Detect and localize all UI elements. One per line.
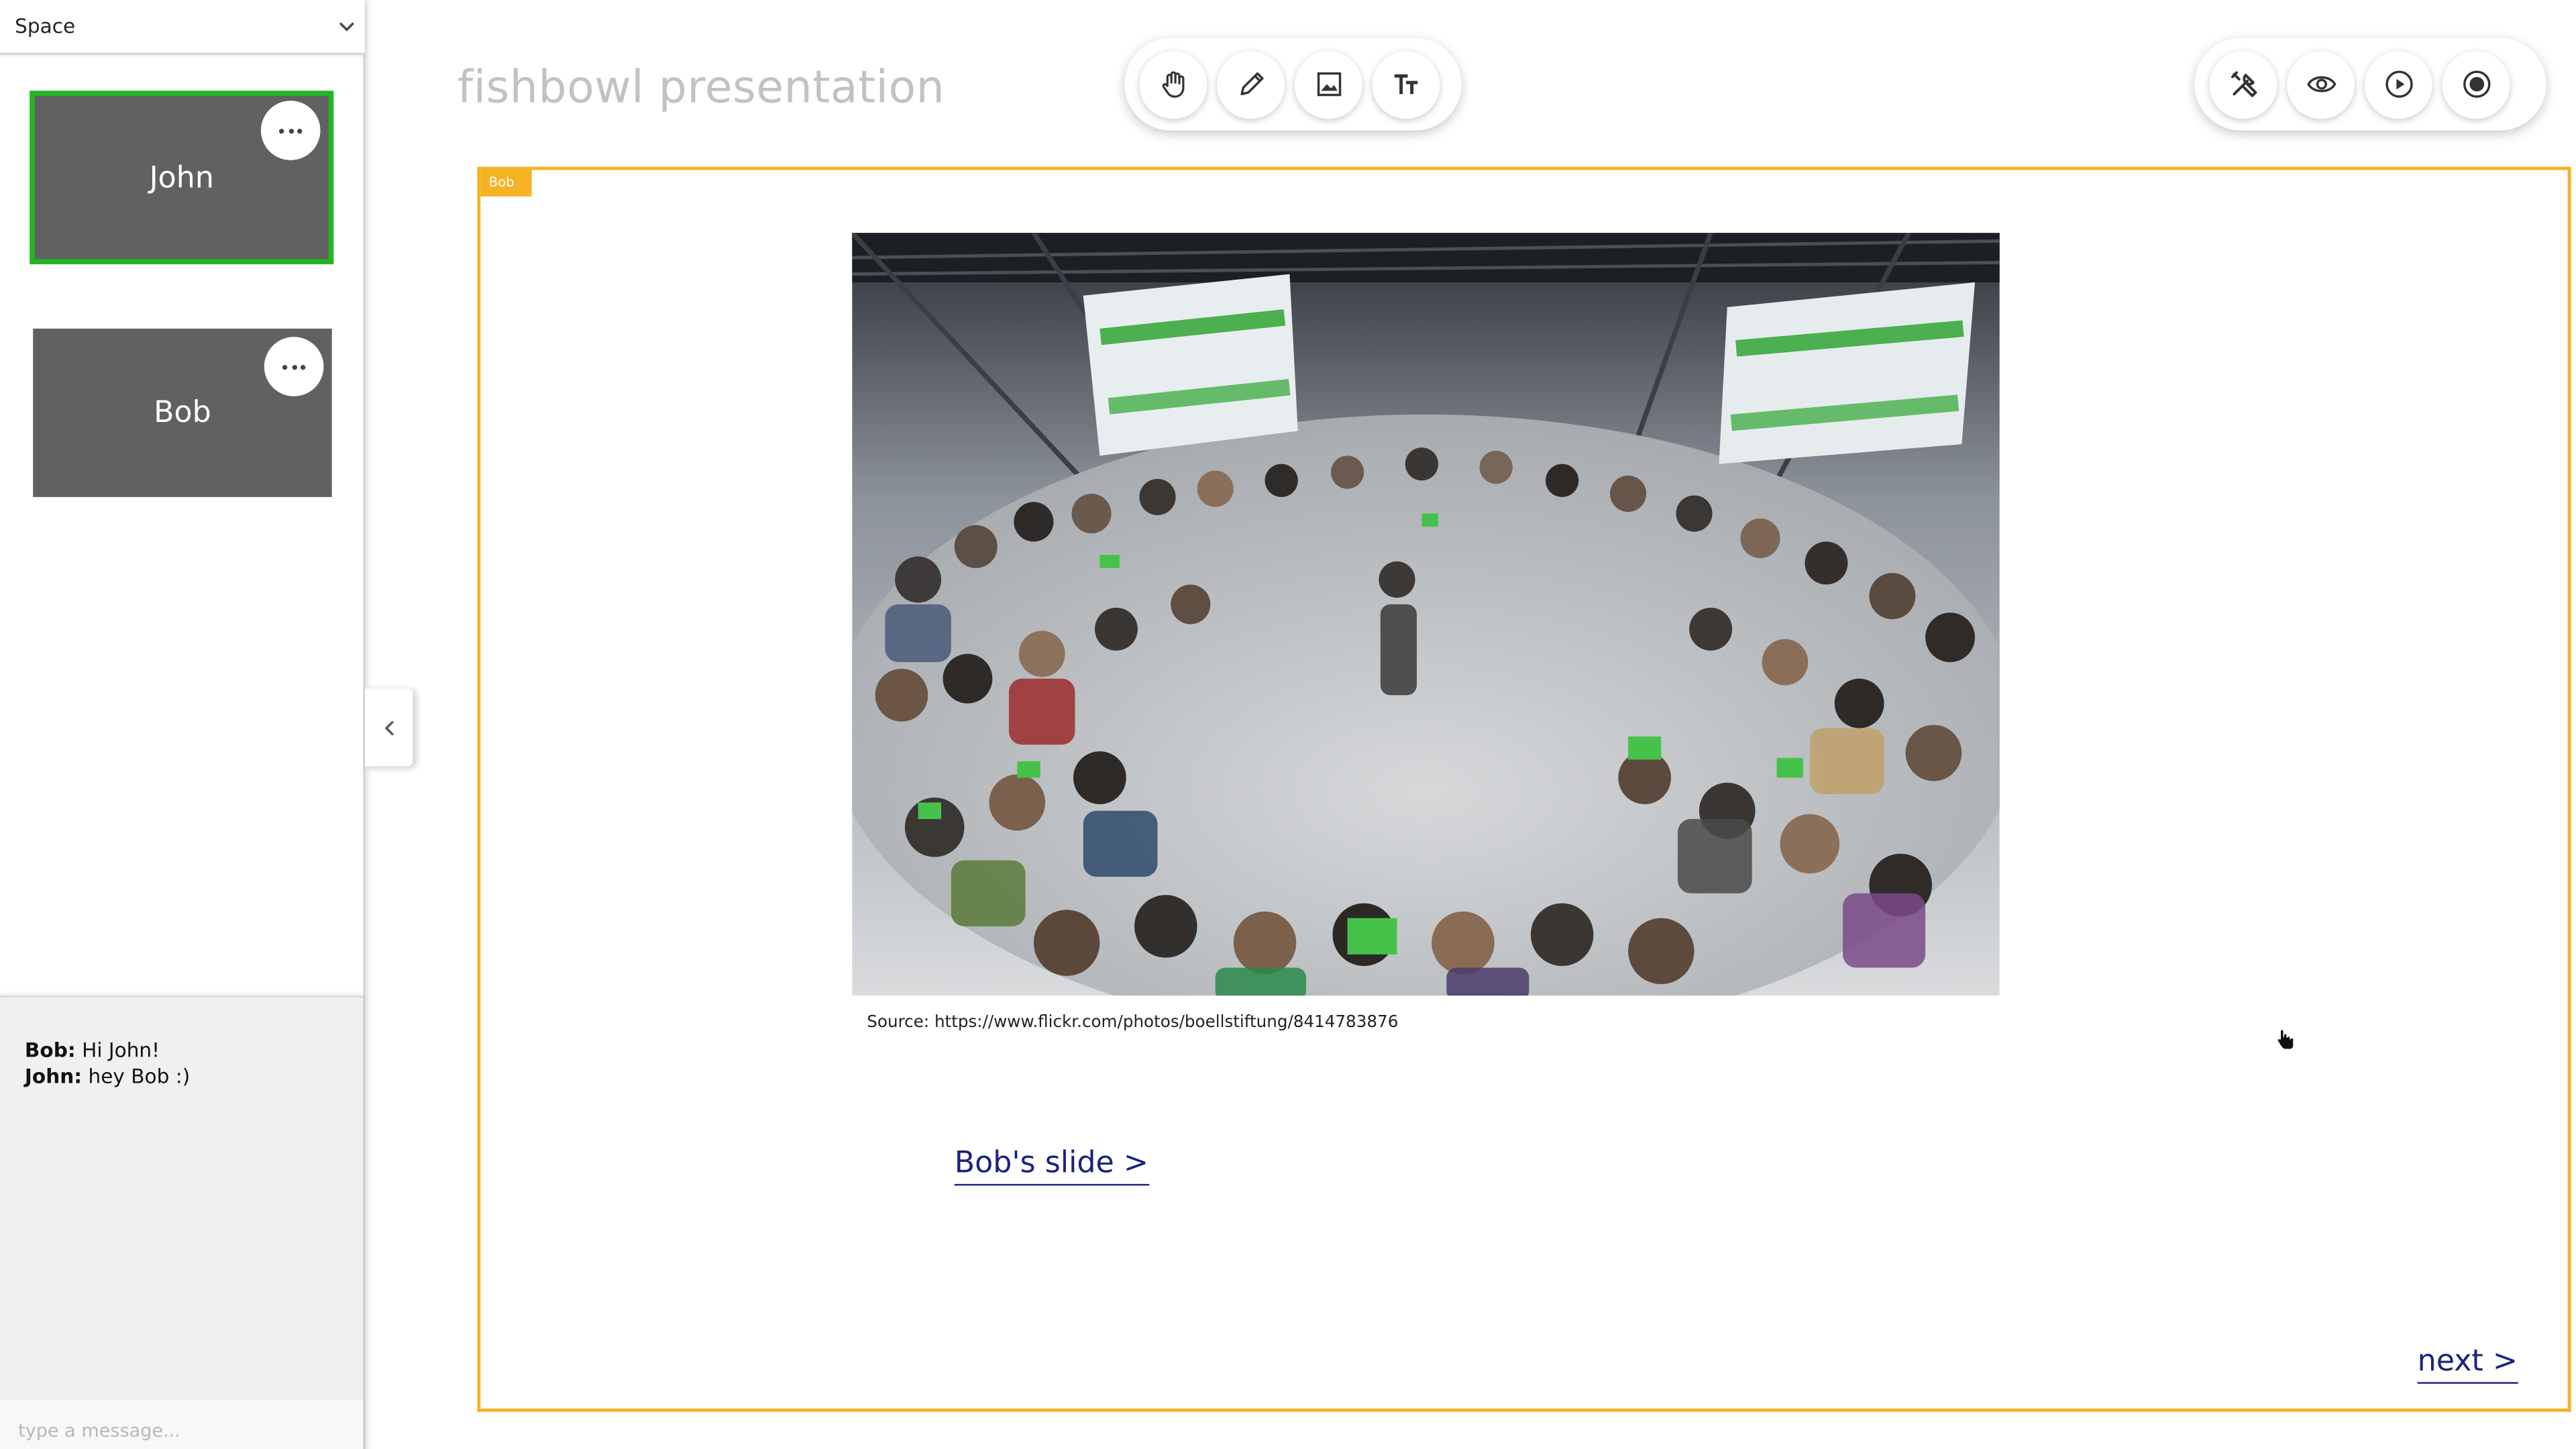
sidebar: Space John Bob Bob: Hi John! John: hey B… — [0, 0, 365, 1449]
more-icon — [278, 127, 284, 133]
view-button[interactable] — [2287, 50, 2355, 118]
eye-icon — [2306, 76, 2336, 93]
pencil-tool-button[interactable] — [1217, 50, 1285, 118]
more-icon-dot — [297, 127, 303, 133]
collapse-sidebar-button[interactable] — [364, 688, 413, 767]
presentation-title: fishbowl presentation — [457, 62, 945, 114]
participant-tile-john[interactable]: John — [30, 91, 334, 264]
play-icon — [2385, 70, 2412, 98]
space-dropdown[interactable]: Space — [0, 0, 365, 55]
more-options-button[interactable] — [264, 337, 324, 396]
more-icon-dot — [288, 127, 293, 133]
app-window: Space John Bob Bob: Hi John! John: hey B… — [0, 0, 2576, 1449]
image-tool-button[interactable] — [1294, 50, 1362, 118]
message-text: hey Bob :) — [88, 1065, 191, 1089]
presentation-toolbar — [2194, 38, 2546, 131]
bobs-slide-link[interactable]: Bob's slide > — [954, 1146, 1149, 1186]
tools-icon — [2230, 71, 2257, 97]
hand-tool-button[interactable] — [1139, 50, 1208, 118]
frame-owner-label: Bob — [480, 170, 532, 197]
space-label: Space — [15, 15, 76, 38]
next-slide-link[interactable]: next > — [2417, 1344, 2518, 1384]
drawing-toolbar — [1124, 38, 1462, 131]
more-icon-dot — [301, 364, 306, 370]
more-options-button[interactable] — [260, 101, 321, 160]
more-icon — [282, 364, 288, 370]
image-source-caption: Source: https://www.flickr.com/photos/bo… — [867, 1014, 1399, 1032]
participant-name: John — [149, 160, 214, 195]
chat-message-input[interactable] — [0, 1400, 364, 1449]
chat-messages: Bob: Hi John! John: hey Bob :) — [25, 1037, 190, 1090]
pencil-icon — [1240, 72, 1263, 96]
participant-tile-bob[interactable]: Bob — [33, 328, 332, 497]
chat-message: John: hey Bob :) — [25, 1063, 190, 1089]
chat-panel: Bob: Hi John! John: hey Bob :) — [0, 996, 364, 1449]
message-author: Bob: — [24, 1038, 76, 1062]
slide-photo — [852, 233, 2000, 996]
hand-cursor-icon — [2277, 1029, 2294, 1051]
tools-button[interactable] — [2209, 50, 2277, 118]
chevron-left-icon — [384, 720, 393, 735]
more-icon-dot — [291, 364, 297, 370]
record-button[interactable] — [2442, 50, 2510, 118]
participant-name: Bob — [154, 395, 211, 431]
chevron-down-icon — [339, 22, 354, 32]
play-button[interactable] — [2364, 50, 2432, 118]
message-author: John: — [24, 1065, 83, 1089]
message-text: Hi John! — [82, 1038, 160, 1062]
text-tool-button[interactable] — [1372, 50, 1440, 118]
record-icon — [2462, 70, 2490, 98]
hand-icon — [1161, 71, 1184, 98]
image-icon — [1316, 72, 1340, 97]
chat-message: Bob: Hi John! — [25, 1037, 190, 1063]
text-icon — [1393, 74, 1417, 95]
